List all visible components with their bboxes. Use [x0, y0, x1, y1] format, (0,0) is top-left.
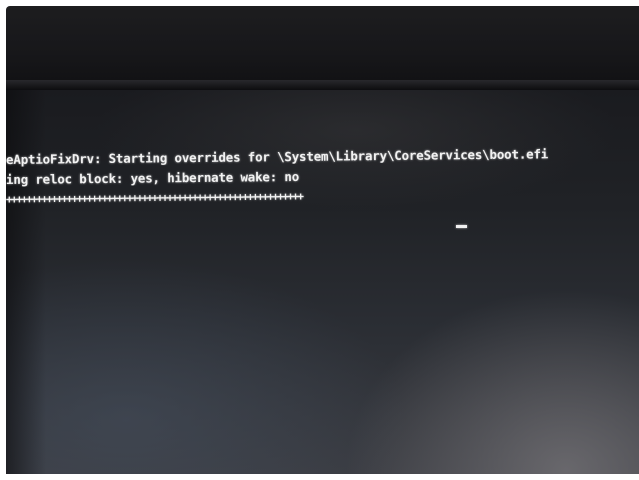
- bezel-edge: [6, 80, 639, 90]
- photo-border: [0, 474, 639, 480]
- monitor-photo: eAptioFixDrv: Starting overrides for \Sy…: [0, 0, 639, 480]
- console-cursor: [456, 225, 467, 228]
- screen-shadow: [6, 90, 46, 474]
